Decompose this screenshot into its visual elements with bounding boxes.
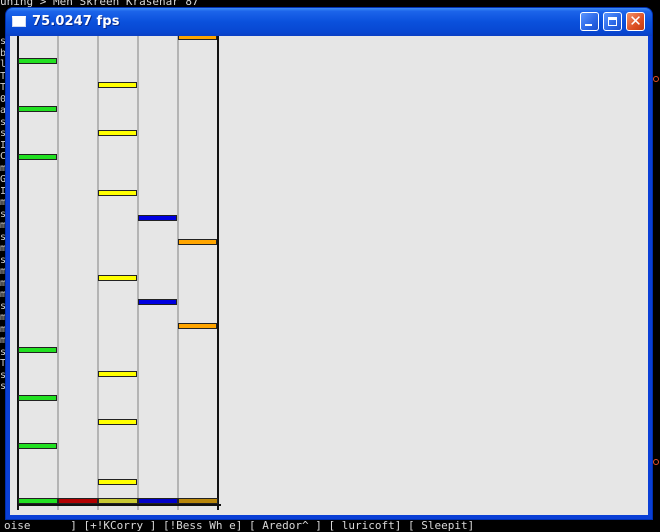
orange-note: [178, 239, 217, 245]
orange-note: [178, 36, 217, 40]
lane-border-right: [217, 36, 219, 510]
background-terminal-bottom: oise ] [+!KCorry ] [!Bess Wh e] [ Aredor…: [4, 519, 475, 532]
background-marker: [653, 76, 659, 82]
blue-note: [138, 215, 177, 221]
title-bar[interactable]: 75.0247 fps ✕: [6, 8, 652, 36]
fret-target-2: [98, 498, 138, 504]
fret-target-3: [138, 498, 178, 504]
game-canvas[interactable]: [10, 36, 648, 515]
yellow-note: [98, 190, 137, 196]
lane-divider: [97, 36, 99, 510]
green-note: [18, 106, 57, 112]
orange-note: [178, 323, 217, 329]
window-icon: [12, 16, 26, 27]
window-title: 75.0247 fps: [32, 14, 120, 29]
blue-note: [138, 299, 177, 305]
lane-divider: [57, 36, 59, 510]
background-marker: [653, 459, 659, 465]
lane-divider: [177, 36, 179, 510]
maximize-button[interactable]: [603, 12, 622, 31]
fret-target-0: [18, 498, 58, 504]
fret-target-1: [58, 498, 98, 504]
yellow-note: [98, 479, 137, 485]
fret-target-4: [178, 498, 218, 504]
yellow-note: [98, 130, 137, 136]
fps-window: 75.0247 fps ✕: [6, 8, 652, 519]
maximize-icon: [608, 17, 617, 26]
green-note: [18, 395, 57, 401]
yellow-note: [98, 419, 137, 425]
minimize-button[interactable]: [580, 12, 599, 31]
minimize-icon: [585, 24, 592, 26]
green-note: [18, 58, 57, 64]
fret-baseline: [17, 504, 221, 506]
close-button[interactable]: ✕: [626, 12, 645, 31]
background-terminal-top: uning > Men Skreen Krasenar 87: [0, 0, 199, 8]
lane-divider: [137, 36, 139, 510]
green-note: [18, 347, 57, 353]
green-note: [18, 443, 57, 449]
yellow-note: [98, 275, 137, 281]
green-note: [18, 154, 57, 160]
yellow-note: [98, 82, 137, 88]
yellow-note: [98, 371, 137, 377]
close-icon: ✕: [629, 12, 642, 30]
